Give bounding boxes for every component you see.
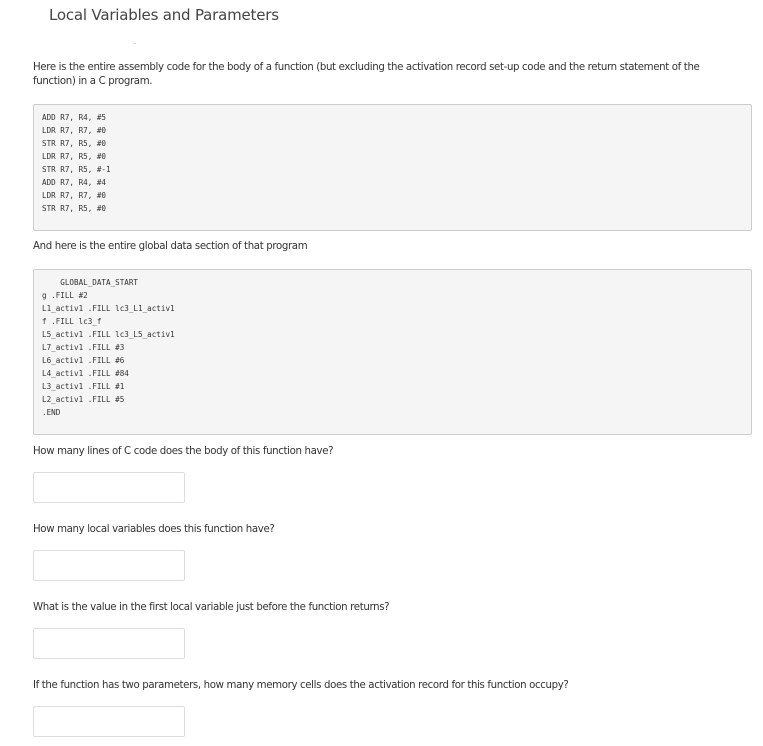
global-data-intro-text: And here is the entire global data secti… <box>33 241 308 252</box>
global-data-code: GLOBAL_DATA_START g .FILL #2 L1_activ1 .… <box>42 278 175 417</box>
assembly-intro-text: Here is the entire assembly code for the… <box>33 62 700 87</box>
question-1-answer-input[interactable] <box>33 472 185 503</box>
question-3-label: What is the value in the first local var… <box>33 602 390 613</box>
question-4-answer-input[interactable] <box>33 706 185 737</box>
assembly-code: ADD R7, R4, #5 LDR R7, R7, #0 STR R7, R5… <box>42 113 111 213</box>
question-2-answer-input[interactable] <box>33 550 185 581</box>
global-data-block: GLOBAL_DATA_START g .FILL #2 L1_activ1 .… <box>33 269 752 435</box>
page-title: Local Variables and Parameters <box>49 6 279 24</box>
decorative-mark <box>133 43 136 44</box>
assembly-code-block: ADD R7, R4, #5 LDR R7, R7, #0 STR R7, R5… <box>33 104 752 231</box>
question-3-answer-input[interactable] <box>33 628 185 659</box>
question-4-label: If the function has two parameters, how … <box>33 680 569 691</box>
question-2-label: How many local variables does this funct… <box>33 524 275 535</box>
question-1-label: How many lines of C code does the body o… <box>33 446 334 457</box>
